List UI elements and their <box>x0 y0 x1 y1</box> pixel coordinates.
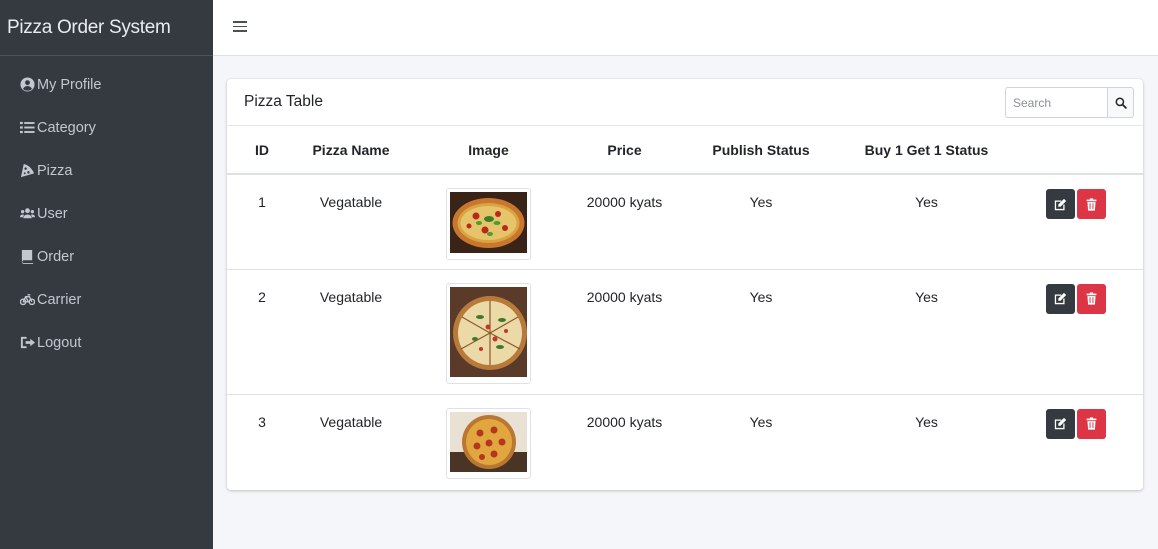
cell-image <box>405 173 572 269</box>
column-header-image[interactable]: Image <box>405 126 572 175</box>
cell-publish-status: Yes <box>677 268 845 394</box>
edit-icon <box>1054 417 1066 430</box>
delete-button[interactable] <box>1076 189 1106 219</box>
cell-actions <box>1008 173 1143 269</box>
cell-actions <box>1008 268 1143 394</box>
delete-button[interactable] <box>1076 283 1106 314</box>
edit-button[interactable] <box>1045 408 1075 439</box>
book-icon <box>19 249 35 265</box>
search-button[interactable] <box>1107 87 1134 118</box>
cell-bogo-status: Yes <box>845 173 1008 269</box>
table-row: 2 Vegatable 20000 kyats Yes Yes <box>227 268 1143 394</box>
cell-id: 2 <box>227 268 297 394</box>
sidebar-item-label: My Profile <box>37 76 102 93</box>
sidebar-item-label: Logout <box>37 334 82 351</box>
table-row: 1 Vegatable 20000 kyats Yes Yes <box>227 173 1143 269</box>
trash-icon <box>1086 417 1096 430</box>
cell-id: 3 <box>227 393 297 488</box>
sidebar-item-label: Carrier <box>37 291 82 308</box>
cell-price: 20000 kyats <box>572 173 677 269</box>
users-icon <box>19 206 35 222</box>
column-header-actions <box>1008 126 1143 175</box>
sidebar-item-pizza[interactable]: Pizza <box>0 149 213 192</box>
sidebar-item-label: Category <box>37 119 96 136</box>
cell-pizza-name: Vegatable <box>297 268 405 394</box>
cell-pizza-name: Vegatable <box>297 393 405 488</box>
cell-bogo-status: Yes <box>845 268 1008 394</box>
pizza-table: ID Pizza Name Image Price Publish Status… <box>227 126 1143 488</box>
sidebar-item-label: Order <box>37 248 75 265</box>
delete-button[interactable] <box>1076 408 1106 439</box>
cell-bogo-status: Yes <box>845 393 1008 488</box>
card-title: Pizza Table <box>244 93 323 110</box>
edit-icon <box>1054 292 1066 305</box>
card-header: Pizza Table <box>227 79 1143 126</box>
sidebar-nav: My Profile Category Pizza User Order Car… <box>0 56 213 364</box>
search-group <box>1005 87 1134 118</box>
column-header-pizza-name[interactable]: Pizza Name <box>297 126 405 175</box>
cell-publish-status: Yes <box>677 173 845 269</box>
cell-id: 1 <box>227 173 297 269</box>
edit-icon <box>1054 198 1066 210</box>
sidebar-item-category[interactable]: Category <box>0 106 213 149</box>
pizza-table-card: Pizza Table ID Pizza Name Image Price Pu… <box>227 79 1143 490</box>
cell-price: 20000 kyats <box>572 268 677 394</box>
top-navbar <box>213 0 1158 56</box>
trash-icon <box>1086 197 1096 211</box>
search-icon <box>1115 97 1127 109</box>
column-header-id[interactable]: ID <box>227 126 297 175</box>
search-input[interactable] <box>1005 87 1107 118</box>
pizza-image <box>446 407 531 479</box>
edit-button[interactable] <box>1045 283 1075 314</box>
user-circle-icon <box>19 77 35 93</box>
sidebar-item-label: Pizza <box>37 162 73 179</box>
pizza-image <box>446 282 531 384</box>
cell-image <box>405 268 572 394</box>
cell-image <box>405 393 572 488</box>
sidebar-item-logout[interactable]: Logout <box>0 321 213 364</box>
sidebar-item-order[interactable]: Order <box>0 235 213 278</box>
bicycle-icon <box>19 292 35 308</box>
cell-pizza-name: Vegatable <box>297 173 405 269</box>
sidebar-item-my-profile[interactable]: My Profile <box>0 63 213 106</box>
sign-out-icon <box>19 335 35 351</box>
table-header-row: ID Pizza Name Image Price Publish Status… <box>227 126 1143 175</box>
cell-price: 20000 kyats <box>572 393 677 488</box>
sidebar-item-carrier[interactable]: Carrier <box>0 278 213 321</box>
list-icon <box>19 120 35 136</box>
sidebar: Pizza Order System My Profile Category P… <box>0 0 213 549</box>
column-header-price[interactable]: Price <box>572 126 677 175</box>
trash-icon <box>1086 292 1096 305</box>
sidebar-item-label: User <box>37 205 68 222</box>
brand[interactable]: Pizza Order System <box>0 0 213 56</box>
pizza-slice-icon <box>19 163 35 179</box>
cell-publish-status: Yes <box>677 393 845 488</box>
pizza-image <box>446 188 531 260</box>
edit-button[interactable] <box>1045 189 1075 219</box>
menu-toggle-icon[interactable] <box>233 18 247 34</box>
cell-actions <box>1008 393 1143 488</box>
column-header-bogo-status[interactable]: Buy 1 Get 1 Status <box>845 126 1008 175</box>
table-row: 3 Vegatable 20000 kyats Yes Yes <box>227 393 1143 488</box>
brand-text: Pizza Order System <box>7 16 171 38</box>
column-header-publish-status[interactable]: Publish Status <box>677 126 845 175</box>
sidebar-item-user[interactable]: User <box>0 192 213 235</box>
